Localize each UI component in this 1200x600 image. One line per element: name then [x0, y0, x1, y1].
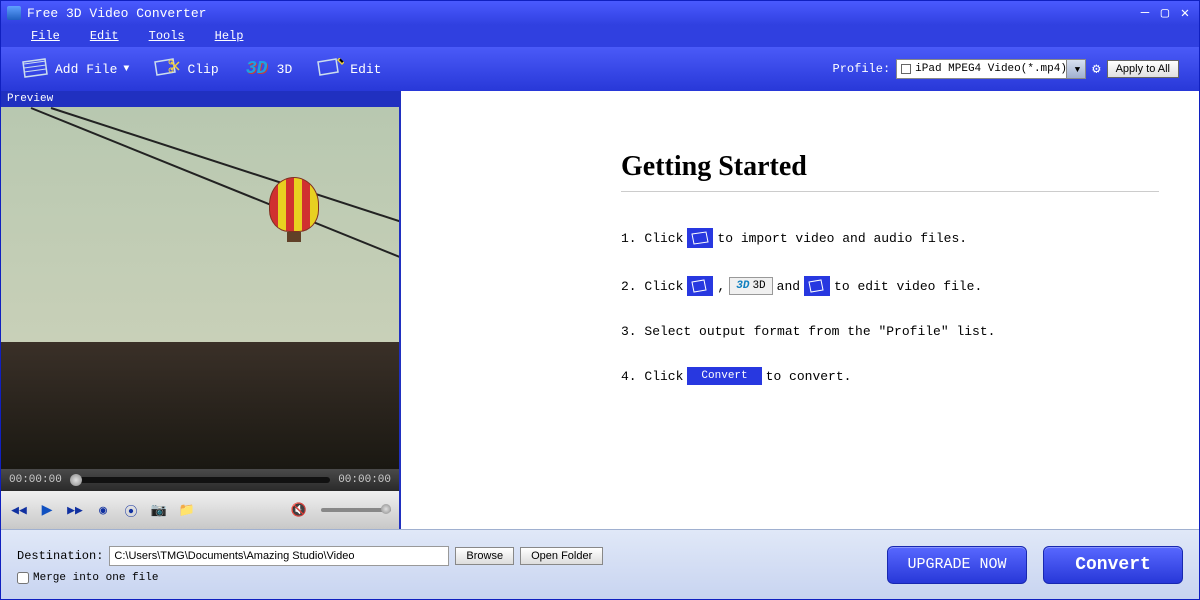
mini-edit-icon	[804, 276, 830, 296]
mini-add-file-icon	[687, 228, 713, 248]
profile-label: Profile:	[833, 62, 891, 76]
bottom-bar: Destination: Browse Open Folder Merge in…	[1, 529, 1199, 599]
3d-button[interactable]: 3D 3D	[243, 57, 293, 81]
menubar: File Edit Tools Help	[1, 25, 1199, 47]
snapshot-button[interactable]: 📷	[149, 500, 169, 520]
getting-started-heading: Getting Started	[621, 151, 1159, 192]
close-button[interactable]: ✕	[1177, 5, 1193, 21]
volume-slider[interactable]	[321, 508, 391, 512]
merge-label: Merge into one file	[33, 572, 158, 584]
titlebar: Free 3D Video Converter ― ▢ ✕	[1, 1, 1199, 25]
mini-clip-icon	[687, 276, 713, 296]
open-snapshot-folder-button[interactable]: 📁	[177, 500, 197, 520]
3d-label: 3D	[277, 62, 293, 77]
maximize-button[interactable]: ▢	[1157, 5, 1173, 21]
profile-device-icon	[901, 64, 911, 74]
preview-video[interactable]	[1, 107, 399, 469]
minimize-button[interactable]: ―	[1137, 5, 1153, 21]
edit-film-icon	[316, 57, 344, 81]
seekbar: 00:00:00 00:00:00	[1, 469, 399, 491]
app-window: Free 3D Video Converter ― ▢ ✕ File Edit …	[0, 0, 1200, 600]
preview-label: Preview	[1, 91, 399, 107]
add-file-label: Add File	[55, 62, 117, 77]
mute-button[interactable]: 🔇	[289, 500, 309, 520]
player-controls: ◀◀ ▶ ▶▶ ◉ ⦿ 📷 📁 🔇	[1, 491, 399, 529]
chevron-down-icon: ▼	[1075, 65, 1080, 75]
edit-label: Edit	[350, 62, 381, 77]
app-title: Free 3D Video Converter	[27, 6, 206, 21]
balloon-image	[269, 177, 319, 242]
film-icon	[21, 57, 49, 81]
step-2: 2. Click , 3D3D and to edit video file.	[621, 276, 1159, 296]
dropdown-arrow-icon: ▼	[123, 64, 129, 75]
apply-to-all-button[interactable]: Apply to All	[1107, 60, 1179, 78]
3d-icon: 3D	[243, 57, 271, 81]
menu-tools[interactable]: Tools	[149, 29, 185, 43]
convert-button[interactable]: Convert	[1043, 546, 1183, 584]
mini-convert-button: Convert	[687, 367, 761, 385]
time-current: 00:00:00	[9, 474, 62, 486]
stop-button[interactable]: ◉	[93, 500, 113, 520]
step-4: 4. Click Convert to convert.	[621, 367, 1159, 385]
menu-file[interactable]: File	[31, 29, 60, 43]
app-icon	[7, 6, 21, 20]
clip-label: Clip	[187, 62, 218, 77]
destination-label: Destination:	[17, 549, 103, 563]
mini-3d-button: 3D3D	[729, 277, 772, 295]
menu-edit[interactable]: Edit	[90, 29, 119, 43]
play-button[interactable]: ▶	[37, 500, 57, 520]
profile-value: iPad MPEG4 Video(*.mp4)	[915, 63, 1067, 75]
seek-slider[interactable]	[70, 477, 330, 483]
time-total: 00:00:00	[338, 474, 391, 486]
browse-button[interactable]: Browse	[455, 547, 514, 565]
step-1: 1. Click to import video and audio files…	[621, 228, 1159, 248]
getting-started-panel: Getting Started 1. Click to import video…	[401, 91, 1199, 529]
edit-button[interactable]: Edit	[316, 57, 381, 81]
menu-help[interactable]: Help	[215, 29, 244, 43]
merge-checkbox[interactable]	[17, 572, 29, 584]
scissors-icon	[153, 57, 181, 81]
fast-forward-button[interactable]: ▶▶	[65, 500, 85, 520]
clip-button[interactable]: Clip	[153, 57, 218, 81]
rewind-button[interactable]: ◀◀	[9, 500, 29, 520]
destination-input[interactable]	[109, 546, 449, 566]
step-3: 3. Select output format from the "Profil…	[621, 324, 1159, 339]
settings-gear-icon[interactable]: ⚙	[1092, 61, 1100, 78]
add-file-button[interactable]: Add File ▼	[21, 57, 129, 81]
upgrade-now-button[interactable]: UPGRADE NOW	[887, 546, 1027, 584]
profile-select[interactable]: iPad MPEG4 Video(*.mp4) ▼	[896, 59, 1086, 79]
toolbar: Add File ▼ Clip 3D 3D Edit Profile:	[1, 47, 1199, 91]
open-folder-button[interactable]: Open Folder	[520, 547, 603, 565]
main-area: Preview 00:00:00 00:00:00 ◀◀ ▶ ▶▶	[1, 91, 1199, 529]
next-button[interactable]: ⦿	[121, 500, 141, 520]
preview-panel: Preview 00:00:00 00:00:00 ◀◀ ▶ ▶▶	[1, 91, 401, 529]
